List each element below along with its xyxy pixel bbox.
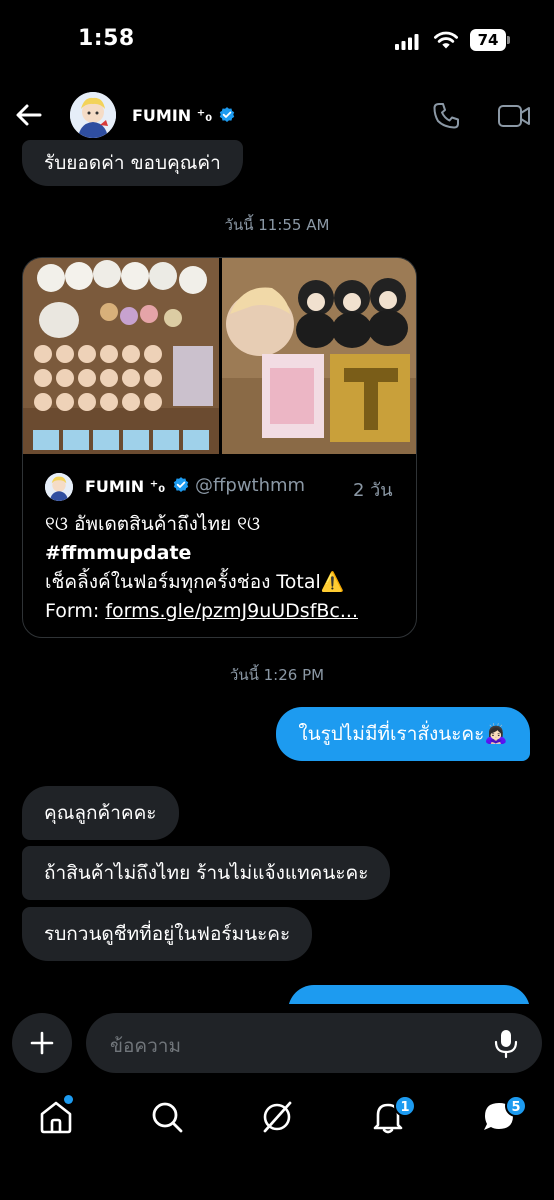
incoming-message-bubble[interactable]: ถ้าสินค้าไม่ถึงไทย ร้านไม่แจ้งแทคนะคะ — [22, 846, 391, 900]
post-form-line: Form: forms.gle/pzmJ9uUDsfBc... — [45, 599, 358, 623]
incoming-message-bubble[interactable]: รบกวนดูชีทที่อยู่ในฟอร์มนะคะ — [22, 907, 313, 961]
post-avatar-illustration — [45, 473, 73, 501]
plush-bags-illustration — [23, 258, 219, 454]
plush-dolls-illustration — [222, 258, 416, 454]
avatar-illustration — [70, 92, 116, 138]
post-author-name[interactable]: FUMIN ⁺₀ — [85, 477, 165, 496]
post-text-line: เช็คลิ้งค์ในฟอร์มทุกครั้งช่อง Total⚠️ — [45, 571, 345, 593]
outgoing-message-bubble[interactable]: ในรูปไม่มีที่เราสั่งนะคะ🙇🏻‍♀️ — [276, 707, 530, 761]
shared-post-card[interactable]: FUMIN ⁺₀ @ffpwthmm 2 วัน ୧ଓ อัพเดตสินค้า… — [22, 257, 417, 638]
message-composer: ข้อความ — [0, 1004, 554, 1080]
post-image-plush-dolls[interactable] — [222, 258, 416, 454]
bottom-navigation: 1 5 — [0, 1080, 554, 1200]
add-attachment-button[interactable] — [12, 1013, 72, 1073]
status-bar: 1:58 74 — [0, 0, 554, 80]
incoming-message-bubble[interactable]: รับยอดค่า ขอบคุณค่า — [22, 140, 243, 186]
microphone-icon[interactable] — [490, 1027, 522, 1059]
message-timestamp: วันนี้ 1:26 PM — [229, 666, 325, 684]
notifications-badge: 1 — [394, 1095, 416, 1117]
back-arrow-icon[interactable] — [12, 98, 46, 132]
status-time: 1:58 — [78, 26, 135, 51]
message-input-placeholder: ข้อความ — [110, 1035, 181, 1057]
plus-icon — [30, 1031, 54, 1055]
post-hashtag[interactable]: #ffmmupdate — [45, 541, 191, 565]
search-icon[interactable] — [147, 1097, 187, 1137]
avatar[interactable] — [70, 92, 116, 138]
messages-badge: 5 — [505, 1095, 527, 1117]
message-input[interactable]: ข้อความ — [86, 1013, 542, 1073]
wifi-icon — [434, 31, 458, 49]
video-call-icon[interactable] — [496, 100, 532, 132]
cellular-signal-icon — [395, 34, 419, 50]
post-author-handle[interactable]: @ffpwthmm — [195, 475, 305, 496]
battery-tip — [507, 36, 510, 44]
battery-indicator: 74 — [470, 29, 506, 51]
incoming-message-bubble[interactable]: คุณลูกค้าคคะ — [22, 786, 179, 840]
verified-badge-icon — [219, 107, 235, 122]
home-unread-dot — [64, 1095, 73, 1104]
message-timestamp: วันนี้ 11:55 AM — [224, 216, 330, 234]
post-form-link[interactable]: forms.gle/pzmJ9uUDsfBc... — [105, 600, 358, 622]
post-verified-badge-icon — [173, 477, 189, 492]
post-image-merchandise-bags[interactable] — [23, 258, 219, 454]
contact-name[interactable]: FUMIN ⁺₀ — [132, 106, 212, 125]
post-author-avatar[interactable] — [45, 473, 73, 501]
phone-call-icon[interactable] — [430, 100, 462, 132]
grok-icon[interactable] — [257, 1097, 297, 1137]
post-text-line: ୧ଓ อัพเดตสินค้าถึงไทย ୧ଓ — [45, 513, 261, 535]
post-age: 2 วัน — [353, 480, 393, 501]
post-form-label: Form: — [45, 600, 106, 622]
